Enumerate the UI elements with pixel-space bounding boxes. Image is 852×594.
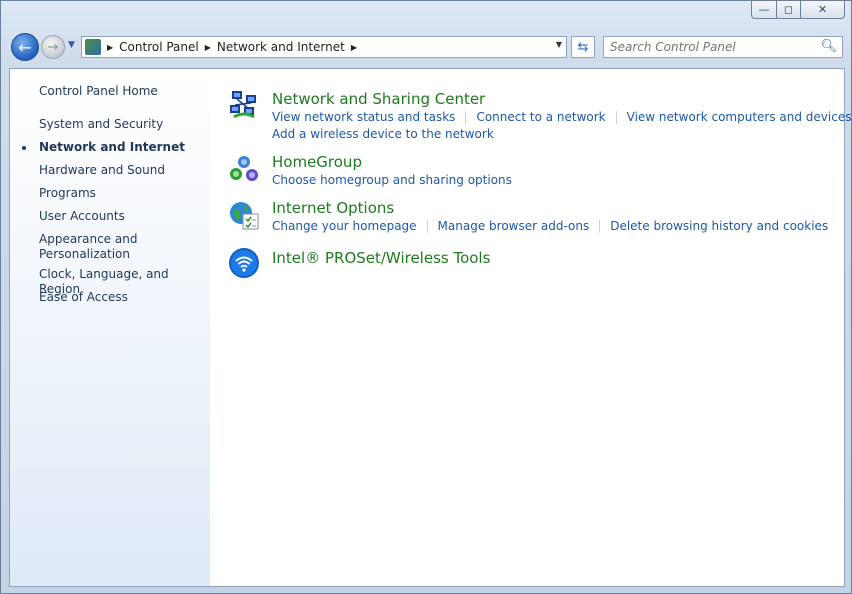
intel-wireless-icon[interactable]	[228, 247, 260, 279]
sidebar-item-ease-of-access[interactable]: Ease of Access	[39, 290, 128, 305]
task-link[interactable]: Connect to a network	[476, 110, 605, 124]
category-links: Choose homegroup and sharing options	[272, 173, 512, 187]
category-title[interactable]: Network and Sharing Center	[272, 90, 485, 108]
forward-arrow-icon: →	[47, 39, 59, 55]
refresh-icon: ⇆	[577, 39, 589, 55]
task-link[interactable]: Change your homepage	[272, 219, 417, 233]
network-sharing-icon[interactable]	[228, 89, 260, 121]
forward-button[interactable]: →	[41, 35, 65, 59]
category-links: View network status and tasks Connect to …	[272, 110, 852, 124]
sidebar-item-label: Appearance and	[39, 232, 138, 246]
sidebar-item-system-security[interactable]: System and Security	[39, 117, 163, 132]
category-links-row2: Add a wireless device to the network	[272, 127, 494, 141]
task-link[interactable]: Delete browsing history and cookies	[610, 219, 828, 233]
sidebar-item-hardware-sound[interactable]: Hardware and Sound	[39, 163, 165, 178]
breadcrumb-arrow-icon[interactable]: ▶	[205, 43, 211, 52]
main-pane: Control Panel Home System and Security N…	[9, 68, 851, 587]
back-button[interactable]: ←	[11, 33, 39, 61]
sidebar-item-home[interactable]: Control Panel Home	[39, 84, 158, 99]
link-separator	[426, 220, 428, 233]
category-homegroup: HomeGroup Choose homegroup and sharing o…	[228, 153, 828, 189]
minimize-button[interactable]: —	[751, 1, 777, 19]
control-panel-icon	[85, 39, 101, 55]
navigation-bar: ← → ▼ ▶ Control Panel ▶ Network and Inte…	[9, 31, 843, 63]
task-link[interactable]: Choose homegroup and sharing options	[272, 173, 512, 187]
breadcrumb-arrow-icon[interactable]: ▶	[351, 43, 357, 52]
close-button[interactable]: ✕	[801, 1, 845, 19]
homegroup-icon[interactable]	[228, 153, 260, 185]
maximize-button[interactable]: ◻	[777, 1, 801, 19]
category-links: Change your homepage Manage browser add-o…	[272, 219, 828, 233]
breadcrumb-arrow-icon[interactable]: ▶	[107, 43, 113, 52]
sidebar-item-label-line2: Personalization	[39, 247, 130, 261]
explorer-window: — ◻ ✕ ← → ▼ ▶ Control Panel ▶ Network an…	[0, 0, 852, 594]
link-separator	[465, 111, 467, 124]
link-separator	[599, 220, 601, 233]
address-dropdown-icon[interactable]: ▼	[556, 40, 562, 49]
category-intel-wireless: Intel® PROSet/Wireless Tools	[228, 247, 828, 281]
sidebar-item-user-accounts[interactable]: User Accounts	[39, 209, 125, 224]
task-link[interactable]: Add a wireless device to the network	[272, 127, 494, 141]
sidebar-item-label: Network and Internet	[39, 140, 185, 154]
search-box[interactable]: 🔍︎	[603, 36, 843, 58]
sidebar-item-programs[interactable]: Programs	[39, 186, 96, 201]
back-arrow-icon: ←	[18, 37, 32, 57]
task-link[interactable]: Manage browser add-ons	[438, 219, 590, 233]
minimize-icon: —	[758, 3, 770, 16]
caption-buttons: — ◻ ✕	[751, 1, 845, 19]
category-title[interactable]: Intel® PROSet/Wireless Tools	[272, 249, 490, 267]
address-bar[interactable]: ▶ Control Panel ▶ Network and Internet ▶…	[81, 36, 567, 58]
recent-pages-dropdown[interactable]: ▼	[68, 40, 75, 50]
category-title[interactable]: HomeGroup	[272, 153, 362, 171]
category-title[interactable]: Internet Options	[272, 199, 394, 217]
internet-options-icon[interactable]	[228, 199, 260, 231]
task-link[interactable]: View network computers and devices	[627, 110, 852, 124]
link-separator	[615, 111, 617, 124]
breadcrumb-control-panel[interactable]: Control Panel	[119, 40, 199, 54]
maximize-icon: ◻	[783, 3, 794, 16]
refresh-button[interactable]: ⇆	[571, 36, 595, 58]
close-icon: ✕	[817, 3, 828, 16]
search-input[interactable]	[604, 39, 818, 55]
task-link[interactable]: View network status and tasks	[272, 110, 455, 124]
breadcrumb-network-internet[interactable]: Network and Internet	[217, 40, 345, 54]
sidebar-item-appearance[interactable]: Appearance and Personalization	[39, 232, 137, 262]
sidebar-item-network-internet[interactable]: Network and Internet	[22, 140, 185, 155]
category-internet-options: Internet Options Change your homepage Man…	[228, 199, 828, 235]
category-network-sharing: Network and Sharing Center View network …	[228, 89, 851, 141]
chevron-down-icon: ▼	[68, 40, 75, 50]
active-bullet-icon	[22, 146, 26, 150]
sidebar: Control Panel Home System and Security N…	[10, 69, 210, 586]
search-icon[interactable]: 🔍︎	[820, 39, 837, 54]
content-area: Network and Sharing Center View network …	[228, 69, 851, 586]
